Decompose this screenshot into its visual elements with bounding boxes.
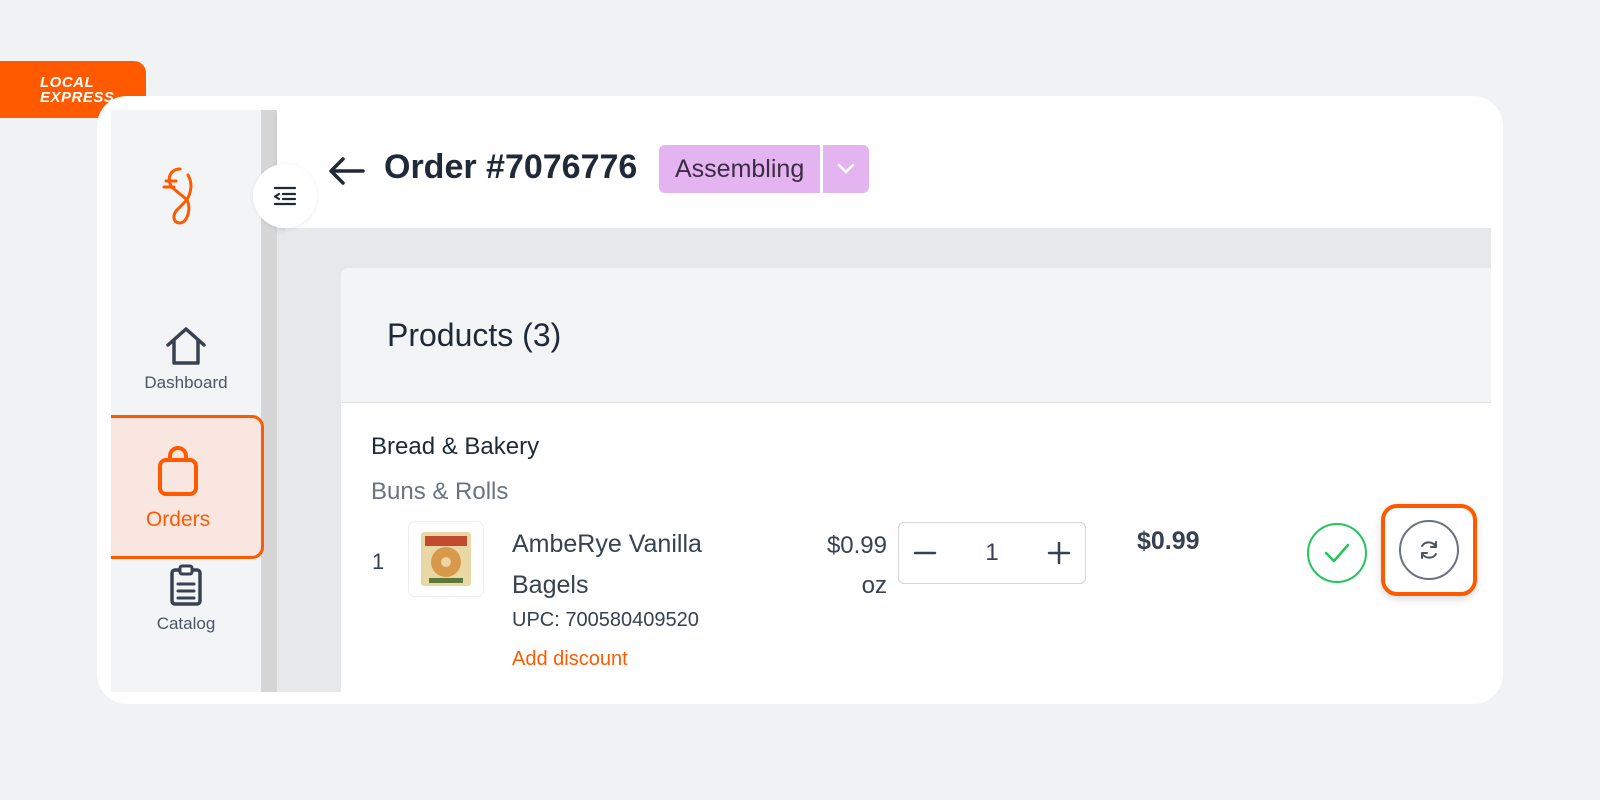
status-label[interactable]: Assembling (659, 145, 821, 193)
unit-price: $0.99 oz (771, 526, 887, 606)
status-dropdown[interactable]: Assembling (659, 145, 870, 193)
product-name[interactable]: AmbeRye Vanilla Bagels (512, 524, 762, 606)
refresh-icon (1421, 541, 1437, 559)
home-icon (166, 327, 206, 365)
products-heading: Products (3) (341, 268, 1491, 403)
page-title: Order #7076776 (384, 148, 638, 186)
replace-button-highlight (1381, 504, 1477, 596)
plus-icon[interactable] (1047, 541, 1071, 565)
confirm-item-button[interactable] (1307, 523, 1367, 583)
product-thumbnail[interactable] (409, 522, 483, 596)
sidebar-item-label: Catalog (156, 614, 216, 633)
minus-icon[interactable] (913, 541, 937, 565)
sidebar-item-orders[interactable]: Orders (111, 415, 264, 559)
app-logo-icon (162, 167, 193, 225)
row-index: 1 (372, 549, 385, 574)
replace-item-button[interactable] (1399, 520, 1459, 580)
clipboard-list-icon (170, 564, 202, 606)
shopping-bag-icon (158, 446, 198, 496)
line-total: $0.99 (1137, 527, 1200, 555)
unit-price-value: $0.99 (826, 532, 887, 559)
quantity-stepper[interactable]: 1 (898, 522, 1086, 584)
order-header: Order #7076776 Assembling (277, 110, 1491, 228)
subcategory-label: Buns & Rolls (371, 478, 509, 505)
collapse-sidebar-button[interactable] (253, 164, 317, 228)
app-viewport: Dashboard Catalog Order #7076776 Assembl (111, 110, 1491, 692)
brand-line-1: LOCAL (40, 73, 95, 91)
sidebar-item-label: Dashboard (144, 373, 228, 392)
content-frame: Products (3) Bread & Bakery Buns & Rolls… (285, 228, 1491, 692)
product-upc: UPC: 700580409520 (512, 609, 699, 631)
chevron-down-icon (837, 163, 855, 174)
screenshot-card: Dashboard Catalog Order #7076776 Assembl (97, 96, 1503, 704)
products-panel: Products (3) Bread & Bakery Buns & Rolls… (341, 268, 1491, 692)
collapse-menu-icon (273, 186, 297, 206)
category-label: Bread & Bakery (371, 433, 540, 460)
unit-price-unit: oz (861, 572, 887, 599)
bagel-package-image (421, 532, 471, 586)
main-area: Order #7076776 Assembling Products (3) B… (277, 110, 1491, 692)
add-discount-link[interactable]: Add discount (512, 648, 628, 671)
sidebar: Dashboard Catalog (111, 110, 261, 692)
quantity-value[interactable]: 1 (985, 539, 998, 567)
sidebar-item-dashboard[interactable]: Dashboard (111, 325, 261, 393)
back-arrow-icon[interactable] (327, 156, 365, 186)
check-icon (1324, 543, 1350, 563)
sidebar-item-label: Orders (145, 508, 211, 531)
sidebar-item-catalog[interactable]: Catalog (111, 564, 261, 634)
status-caret-button[interactable] (820, 145, 870, 193)
